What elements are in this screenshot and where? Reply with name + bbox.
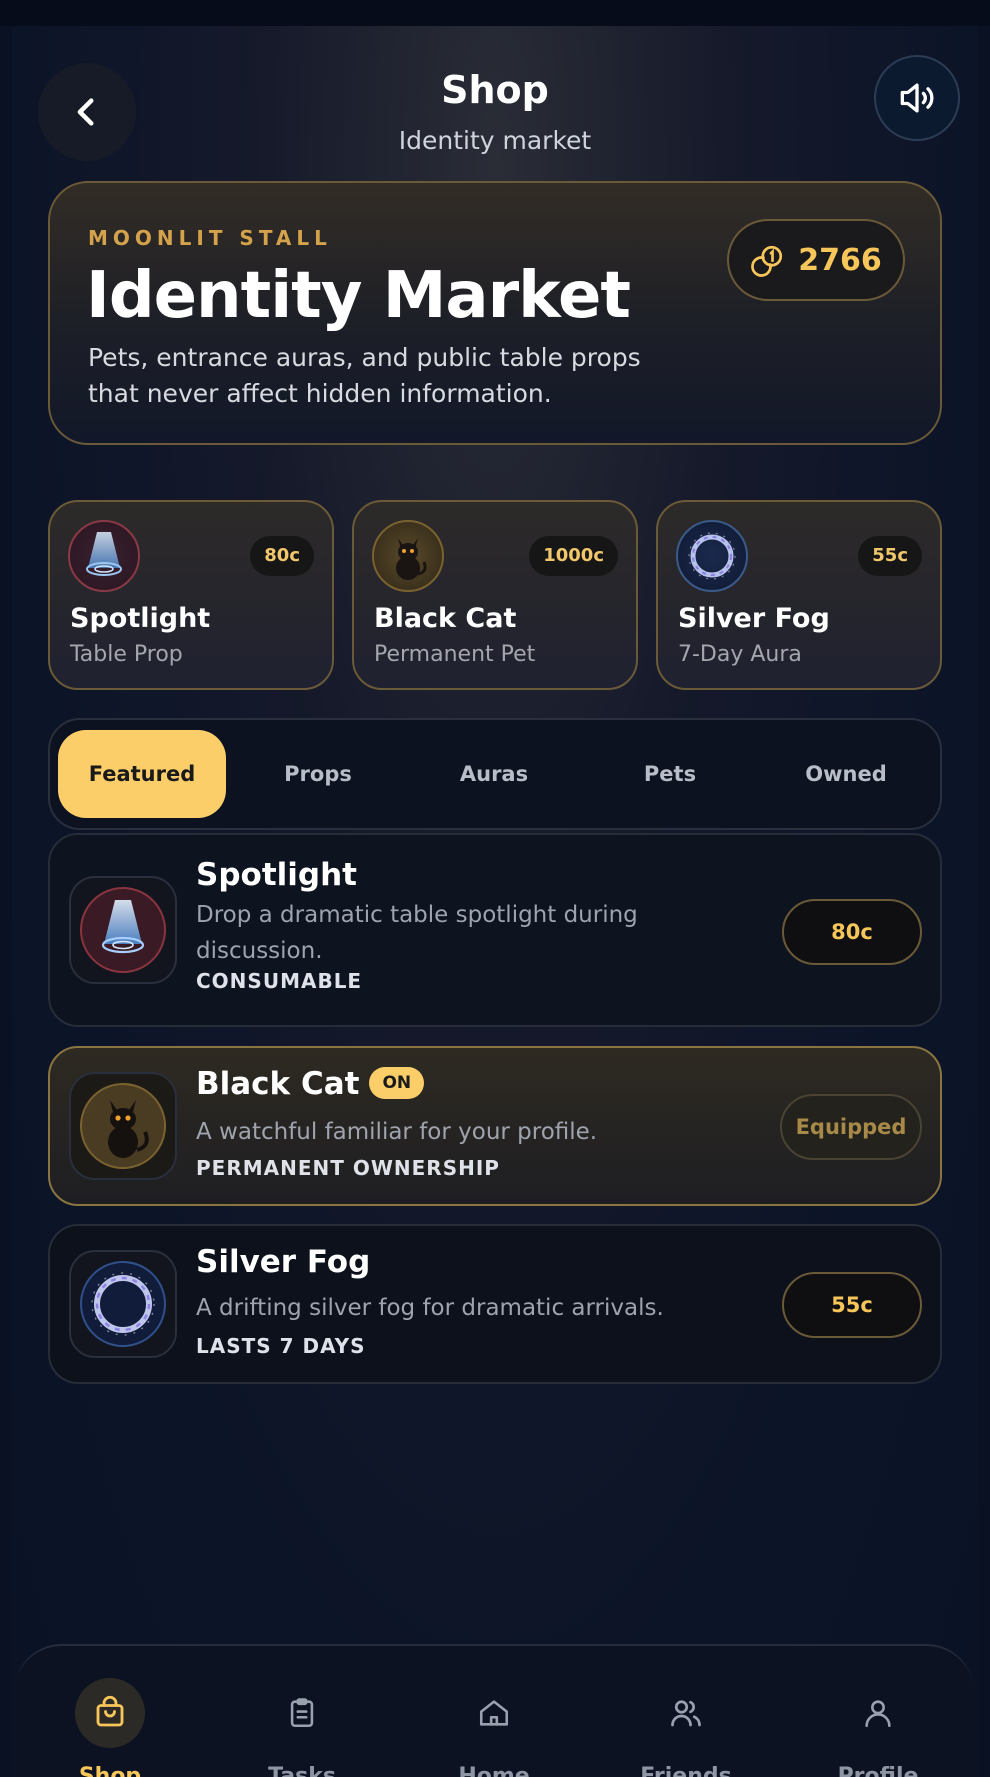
highlight-price: 1000c — [529, 536, 618, 576]
equipped-badge: ON — [369, 1066, 425, 1099]
hero-description: Pets, entrance auras, and public table p… — [88, 343, 641, 408]
tab-props[interactable]: Props — [234, 730, 402, 818]
tab-pets[interactable]: Pets — [586, 730, 754, 818]
hero-kicker: MOONLIT STALL — [88, 226, 332, 250]
spotlight-icon — [80, 887, 166, 973]
shop-item-black-cat[interactable]: Black Cat ON A watchful familiar for your… — [48, 1046, 942, 1206]
equipped-button[interactable]: Equipped — [780, 1094, 922, 1160]
hero-banner: MOONLIT STALL Identity Market Pets, entr… — [48, 181, 942, 445]
spotlight-icon — [68, 520, 140, 592]
bottom-nav: Shop Tasks Home Friends Profile — [14, 1644, 974, 1777]
item-title: Spotlight — [196, 857, 357, 893]
item-tag: PERMANENT OWNERSHIP — [196, 1156, 500, 1180]
item-description: A watchful familiar for your profile. — [196, 1119, 598, 1145]
item-tag: CONSUMABLE — [196, 969, 363, 993]
nav-shop-icon-wrap — [75, 1678, 145, 1748]
black-cat-icon — [80, 1083, 166, 1169]
shop-item-silver-fog[interactable]: Silver Fog A drifting silver fog for dra… — [48, 1224, 942, 1384]
item-description: A drifting silver fog for dramatic arriv… — [196, 1295, 664, 1321]
category-tabs: Featured Props Auras Pets Owned — [48, 718, 942, 830]
sound-button[interactable] — [874, 55, 960, 141]
coin-balance-value: 2766 — [798, 242, 882, 278]
page-title: Shop — [441, 68, 549, 112]
speaker-icon — [900, 83, 934, 113]
shop-screen: Shop Identity market MOONLIT STALL Ident… — [12, 26, 978, 1777]
highlight-card-spotlight[interactable]: 80c Spotlight Table Prop — [48, 500, 334, 690]
buy-button[interactable]: 80c — [782, 899, 922, 965]
highlight-card-silver-fog[interactable]: 55c Silver Fog 7-Day Aura — [656, 500, 942, 690]
nav-label: Friends — [640, 1764, 732, 1777]
nav-tasks-icon-wrap — [267, 1678, 337, 1748]
profile-icon — [865, 1700, 891, 1728]
highlight-price: 55c — [858, 536, 922, 576]
item-tag: LASTS 7 DAYS — [196, 1334, 366, 1358]
page-subtitle: Identity market — [398, 126, 592, 155]
highlight-name: Spotlight — [70, 603, 211, 634]
status-bar — [0, 0, 990, 26]
silver-fog-item-thumb — [69, 1250, 177, 1358]
nav-label: Home — [458, 1764, 530, 1777]
clipboard-icon — [290, 1698, 314, 1728]
tab-auras[interactable]: Auras — [410, 730, 578, 818]
friends-icon — [671, 1700, 701, 1727]
nav-label: Shop — [78, 1764, 142, 1777]
hero-title: Identity Market — [86, 259, 631, 333]
highlight-price: 80c — [250, 536, 314, 576]
coins-icon — [751, 245, 783, 277]
shopping-bag-icon — [96, 1695, 124, 1727]
nav-friends-icon-wrap — [651, 1678, 721, 1748]
nav-label: Profile — [837, 1764, 919, 1777]
highlight-name: Silver Fog — [678, 603, 830, 634]
black-cat-item-thumb — [69, 1072, 177, 1180]
highlight-subtitle: 7-Day Aura — [678, 642, 802, 667]
shop-item-spotlight[interactable]: Spotlight Drop a dramatic table spotligh… — [48, 833, 942, 1027]
nav-home-icon-wrap — [459, 1678, 529, 1748]
highlight-subtitle: Table Prop — [70, 642, 183, 667]
nav-label: Tasks — [268, 1764, 336, 1777]
highlight-card-black-cat[interactable]: 1000c Black Cat Permanent Pet — [352, 500, 638, 690]
item-title: Silver Fog — [196, 1244, 371, 1280]
item-description: Drop a dramatic table spotlight during d… — [196, 902, 638, 964]
buy-button[interactable]: 55c — [782, 1272, 922, 1338]
tab-featured[interactable]: Featured — [58, 730, 226, 818]
silver-fog-icon — [676, 520, 748, 592]
home-icon — [479, 1700, 509, 1726]
spotlight-item-thumb — [69, 876, 177, 984]
item-title: Black Cat ON — [196, 1066, 425, 1102]
highlight-name: Black Cat — [374, 603, 517, 634]
black-cat-icon — [372, 520, 444, 592]
tab-owned[interactable]: Owned — [762, 730, 930, 818]
item-title-text: Black Cat — [196, 1066, 360, 1102]
silver-fog-icon — [80, 1261, 166, 1347]
coin-balance[interactable]: 2766 — [727, 219, 905, 301]
nav-profile-icon-wrap — [843, 1678, 913, 1748]
highlight-subtitle: Permanent Pet — [374, 642, 536, 667]
